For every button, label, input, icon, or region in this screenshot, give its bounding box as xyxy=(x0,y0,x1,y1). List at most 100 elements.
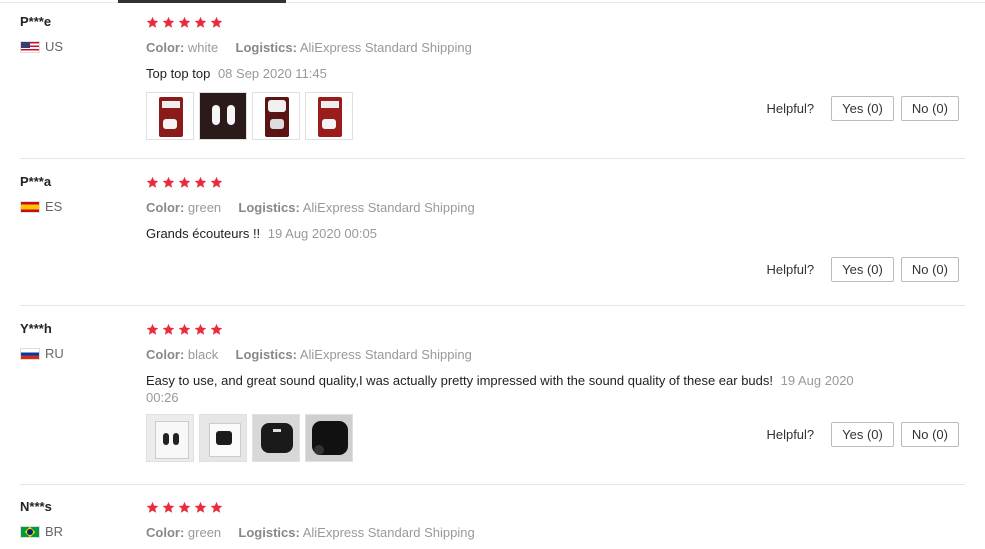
review-meta: Color: black Logistics: AliExpress Stand… xyxy=(146,347,866,362)
reviewer-country: BR xyxy=(20,524,130,539)
star-rating xyxy=(146,14,866,30)
review-body: Color: green Logistics: AliExpress Stand… xyxy=(146,499,866,540)
helpful-section: Helpful? Yes (0) No (0) xyxy=(766,96,959,121)
star-rating xyxy=(146,499,866,515)
helpful-yes-button[interactable]: Yes (0) xyxy=(831,257,894,282)
review-image[interactable] xyxy=(146,92,194,140)
star-icon xyxy=(178,323,191,335)
review-image[interactable] xyxy=(305,92,353,140)
country-code: ES xyxy=(45,199,63,214)
review-date: 19 Aug 2020 00:05 xyxy=(267,226,377,241)
review-body: Color: white Logistics: AliExpress Stand… xyxy=(146,14,866,140)
star-icon xyxy=(210,501,223,513)
star-icon xyxy=(210,16,223,28)
review-images xyxy=(146,414,866,462)
review-divider xyxy=(20,305,965,306)
review-image[interactable] xyxy=(199,414,247,462)
review-content: Top top top xyxy=(146,66,211,81)
review-images xyxy=(146,92,866,140)
helpful-no-button[interactable]: No (0) xyxy=(900,257,959,282)
es-flag-icon xyxy=(20,200,40,213)
us-flag-icon xyxy=(20,40,40,53)
star-icon xyxy=(146,501,159,513)
helpful-yes-button[interactable]: Yes (0) xyxy=(831,96,894,121)
reviewer-info: Y***h RU xyxy=(20,321,130,361)
star-icon xyxy=(194,176,207,188)
review-meta: Color: green Logistics: AliExpress Stand… xyxy=(146,200,866,215)
logistics-label: Logistics: xyxy=(238,525,300,540)
reviewer-name: Y***h xyxy=(20,321,52,336)
reviewer-info: N***s BR xyxy=(20,499,130,539)
star-icon xyxy=(162,176,175,188)
review-image[interactable] xyxy=(305,414,353,462)
helpful-label: Helpful? xyxy=(766,427,815,442)
country-code: US xyxy=(45,39,64,54)
logistics-value: AliExpress Standard Shipping xyxy=(299,40,472,55)
review-content: Easy to use, and great sound quality,I w… xyxy=(146,373,774,388)
review-text: Grands écouteurs !! 19 Aug 2020 00:05 xyxy=(146,225,866,242)
review-body: Color: black Logistics: AliExpress Stand… xyxy=(146,321,866,462)
review-date: 08 Sep 2020 11:45 xyxy=(217,66,327,81)
star-rating xyxy=(146,174,866,190)
logistics-value: AliExpress Standard Shipping xyxy=(299,347,472,362)
star-icon xyxy=(210,176,223,188)
review-content: Grands écouteurs !! xyxy=(146,226,261,241)
review-body: Color: green Logistics: AliExpress Stand… xyxy=(146,174,866,242)
ru-flag-icon xyxy=(20,347,40,360)
reviewer-info: P***e US xyxy=(20,14,130,54)
star-icon xyxy=(178,16,191,28)
star-icon xyxy=(194,323,207,335)
review-item: N***s BR Color: green Logistics: AliExpr… xyxy=(20,499,965,549)
helpful-no-button[interactable]: No (0) xyxy=(900,96,959,121)
review-divider xyxy=(20,158,965,159)
active-tab-indicator xyxy=(118,0,286,3)
br-flag-icon xyxy=(20,525,40,538)
color-value: white xyxy=(187,40,219,55)
review-text: Top top top 08 Sep 2020 11:45 xyxy=(146,65,866,82)
logistics-label: Logistics: xyxy=(235,347,297,362)
review-item: P***a ES Color: green Logistics: AliExpr… xyxy=(20,174,965,308)
star-icon xyxy=(178,501,191,513)
color-value: green xyxy=(187,525,222,540)
review-meta: Color: green Logistics: AliExpress Stand… xyxy=(146,525,866,540)
helpful-label: Helpful? xyxy=(766,262,815,277)
country-code: BR xyxy=(45,524,64,539)
review-divider xyxy=(20,484,965,485)
star-icon xyxy=(146,323,159,335)
review-image[interactable] xyxy=(252,414,300,462)
helpful-label: Helpful? xyxy=(766,101,815,116)
helpful-section: Helpful? Yes (0) No (0) xyxy=(766,422,959,447)
reviewer-country: RU xyxy=(20,346,130,361)
helpful-section: Helpful? Yes (0) No (0) xyxy=(766,257,959,282)
review-meta: Color: white Logistics: AliExpress Stand… xyxy=(146,40,866,55)
star-icon xyxy=(146,176,159,188)
review-image[interactable] xyxy=(252,92,300,140)
country-code: RU xyxy=(45,346,64,361)
reviewer-country: ES xyxy=(20,199,130,214)
helpful-yes-button[interactable]: Yes (0) xyxy=(831,422,894,447)
logistics-label: Logistics: xyxy=(238,200,300,215)
star-icon xyxy=(146,16,159,28)
star-icon xyxy=(210,323,223,335)
color-label: Color: xyxy=(146,525,185,540)
reviewer-name: N***s xyxy=(20,499,52,514)
star-icon xyxy=(194,16,207,28)
review-item: P***e US Color: white Logistics: AliExpr… xyxy=(20,14,965,160)
reviewer-name: P***a xyxy=(20,174,52,189)
star-icon xyxy=(194,501,207,513)
star-rating xyxy=(146,321,866,337)
color-label: Color: xyxy=(146,347,185,362)
review-item: Y***h RU Color: black Logistics: AliExpr… xyxy=(20,321,965,487)
color-value: green xyxy=(187,200,222,215)
review-image[interactable] xyxy=(199,92,247,140)
star-icon xyxy=(162,501,175,513)
logistics-value: AliExpress Standard Shipping xyxy=(302,525,475,540)
helpful-no-button[interactable]: No (0) xyxy=(900,422,959,447)
logistics-value: AliExpress Standard Shipping xyxy=(302,200,475,215)
review-image[interactable] xyxy=(146,414,194,462)
logistics-label: Logistics: xyxy=(235,40,297,55)
star-icon xyxy=(162,323,175,335)
reviewer-name: P***e xyxy=(20,14,52,29)
color-label: Color: xyxy=(146,40,185,55)
review-text: Easy to use, and great sound quality,I w… xyxy=(146,372,861,406)
